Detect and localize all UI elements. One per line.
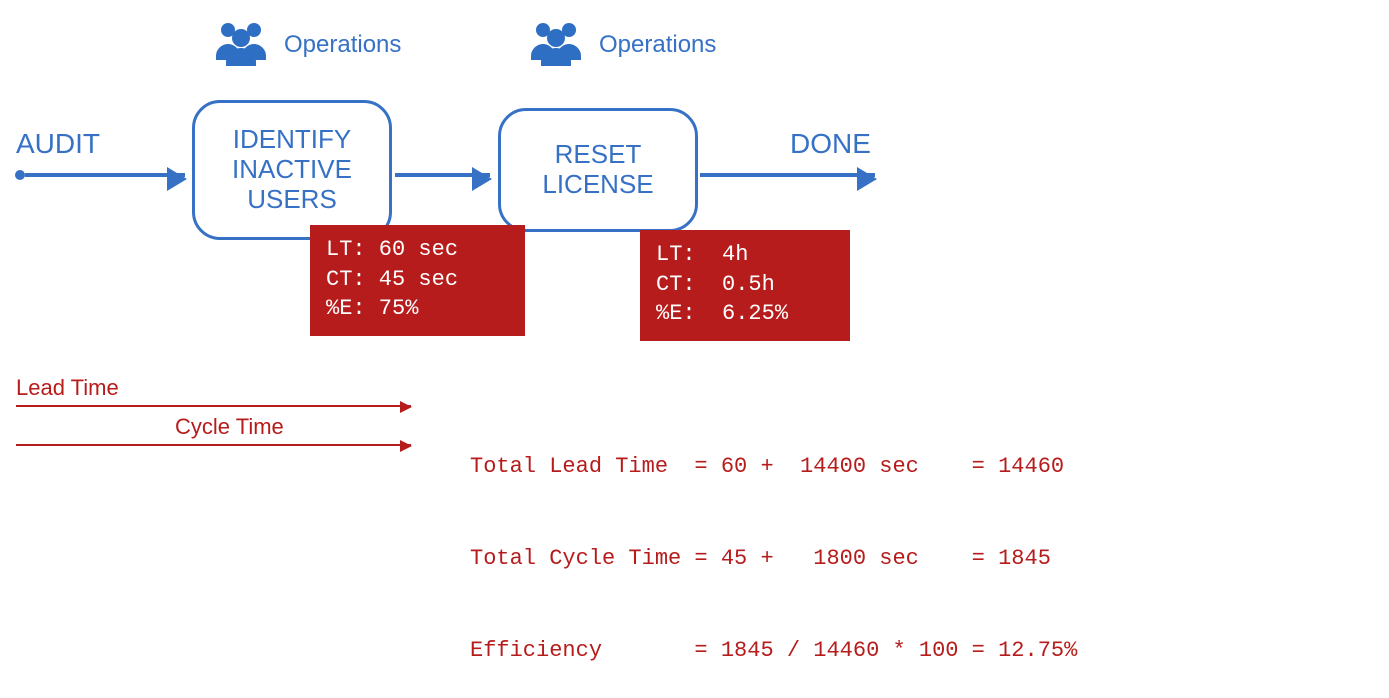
totals-block: Total Lead Time = 60 + 14400 sec = 14460… bbox=[470, 390, 1077, 698]
legend-lead-label: Lead Time bbox=[16, 375, 119, 401]
totals-line-1: Total Lead Time = 60 + 14400 sec = 14460 bbox=[470, 452, 1077, 483]
flow-start-dot bbox=[15, 170, 25, 180]
role-label: Operations bbox=[284, 31, 401, 59]
metric-ct: CT: 45 sec bbox=[326, 265, 509, 295]
people-icon bbox=[210, 18, 272, 71]
metric-lt: LT: 60 sec bbox=[326, 235, 509, 265]
metric-ct: CT: 0.5h bbox=[656, 270, 834, 300]
metric-lt: LT: 4h bbox=[656, 240, 834, 270]
role-header-1: Operations bbox=[210, 18, 401, 71]
totals-line-2: Total Cycle Time = 45 + 1800 sec = 1845 bbox=[470, 544, 1077, 575]
flow-arrow-1 bbox=[25, 173, 185, 177]
flow-arrow-3 bbox=[700, 173, 875, 177]
metrics-card-2: LT: 4h CT: 0.5h %E: 6.25% bbox=[640, 230, 850, 341]
metric-pe: %E: 6.25% bbox=[656, 299, 834, 329]
totals-line-3: Efficiency = 1845 / 14460 * 100 = 12.75% bbox=[470, 636, 1077, 667]
role-header-2: Operations bbox=[525, 18, 716, 71]
metric-pe: %E: 75% bbox=[326, 294, 509, 324]
role-label: Operations bbox=[599, 31, 716, 59]
process-node-1: IDENTIFY INACTIVE USERS bbox=[192, 100, 392, 240]
process-node-2: RESET LICENSE bbox=[498, 108, 698, 232]
legend-cycle-arrow bbox=[16, 444, 411, 446]
process-node-title: RESET LICENSE bbox=[542, 140, 653, 200]
process-node-title: IDENTIFY INACTIVE USERS bbox=[232, 125, 352, 215]
people-icon bbox=[525, 18, 587, 71]
legend-cycle-label: Cycle Time bbox=[175, 414, 284, 440]
legend-lead-arrow bbox=[16, 405, 411, 407]
flow-start-label: AUDIT bbox=[16, 128, 100, 160]
flow-arrow-2 bbox=[395, 173, 490, 177]
flow-end-label: DONE bbox=[790, 128, 871, 160]
metrics-card-1: LT: 60 sec CT: 45 sec %E: 75% bbox=[310, 225, 525, 336]
